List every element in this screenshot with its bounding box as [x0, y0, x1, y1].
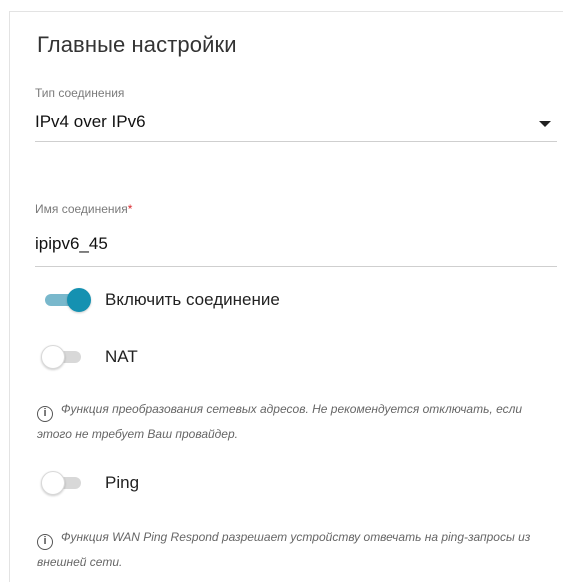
- connection-name-input[interactable]: ipipv6_45: [35, 224, 557, 267]
- nat-label: NAT: [105, 347, 138, 366]
- main-settings-panel: Главные настройки Тип соединения IPv4 ov…: [9, 11, 563, 582]
- ping-note: i Функция WAN Ping Respond разрешает устр…: [37, 525, 557, 574]
- nat-row: NAT: [35, 344, 515, 374]
- connection-type-label: Тип соединения: [35, 86, 124, 100]
- info-circle-icon: i: [37, 534, 53, 550]
- connection-type-select[interactable]: IPv4 over IPv6: [35, 102, 557, 142]
- caret-down-icon: [539, 121, 551, 127]
- section-title: Главные настройки: [37, 32, 237, 57]
- nat-toggle[interactable]: [41, 344, 81, 370]
- connection-type-value: IPv4 over IPv6: [35, 112, 146, 131]
- toggle-knob: [41, 471, 65, 495]
- enable-connection-row: Включить соединение: [35, 287, 515, 317]
- connection-name-value: ipipv6_45: [35, 234, 108, 253]
- required-mark: *: [127, 202, 133, 216]
- connection-name-label-text: Имя соединения: [35, 202, 128, 216]
- nat-note-text: Функция преобразования сетевых адресов. …: [37, 402, 523, 441]
- connection-type-label-text: Тип соединения: [35, 86, 125, 100]
- ping-toggle[interactable]: [41, 470, 81, 496]
- enable-connection-toggle[interactable]: [45, 287, 91, 313]
- toggle-knob: [41, 345, 65, 369]
- info-circle-icon: i: [37, 406, 53, 422]
- connection-name-label: Имя соединения*: [35, 202, 132, 216]
- ping-note-text: Функция WAN Ping Respond разрешает устро…: [37, 530, 531, 569]
- enable-connection-label: Включить соединение: [105, 290, 280, 309]
- toggle-knob: [67, 288, 91, 312]
- nat-note: i Функция преобразования сетевых адресов.…: [37, 397, 557, 446]
- ping-label: Ping: [105, 473, 140, 492]
- ping-row: Ping: [35, 470, 515, 500]
